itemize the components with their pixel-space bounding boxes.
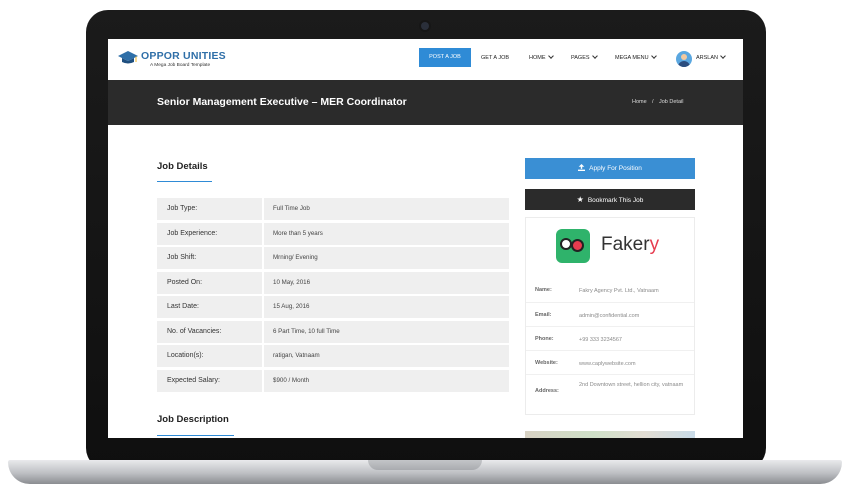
webcam-icon (421, 22, 429, 30)
company-name-accent: y (649, 234, 660, 255)
detail-value: More than 5 years (264, 222, 509, 245)
detail-value: Full Time Job (264, 198, 509, 220)
company-info-row: Name: Fakry Agency Pvt. Ltd., Vatnaam (526, 278, 694, 302)
table-row: Expected Salary: $900 / Month (157, 369, 509, 392)
job-details-heading: Job Details (157, 161, 208, 172)
nav-user-menu[interactable]: ARSLAN (696, 53, 726, 61)
user-avatar[interactable] (676, 51, 692, 67)
company-name-logo: Fakery (601, 234, 659, 256)
company-info-value: +99 333 3234567 (579, 337, 622, 343)
nav-home[interactable]: HOME (529, 53, 554, 61)
detail-label: No. of Vacancies: (157, 320, 262, 343)
breadcrumb-current: Job Detail (659, 99, 684, 105)
table-row: Job Type: Full Time Job (157, 198, 509, 220)
nav-pages[interactable]: PAGES (571, 53, 598, 61)
company-card: Fakery Name: Fakry Agency Pvt. Ltd., Vat… (525, 217, 695, 415)
apply-button-label: Apply For Position (589, 165, 642, 172)
detail-label: Job Shift: (157, 247, 262, 269)
breadcrumb-separator: / (652, 99, 654, 105)
company-info-label: Address: (535, 388, 559, 394)
chevron-down-icon (720, 53, 726, 59)
page-title: Senior Management Executive – MER Coordi… (157, 96, 407, 108)
laptop-notch (368, 460, 482, 470)
chevron-down-icon (591, 53, 598, 59)
company-info-label: Phone: (535, 336, 554, 342)
company-info-row: Website: www.caplywebsite.com (526, 350, 694, 375)
table-row: Job Shift: Mrning/ Evening (157, 247, 509, 269)
company-info-label: Website: (535, 360, 558, 366)
avatar-body (678, 61, 690, 67)
bookmark-button-label: Bookmark This Job (587, 197, 644, 204)
detail-value: $900 / Month (264, 369, 509, 392)
detail-value: Mrning/ Evening (264, 247, 509, 269)
company-info-value: Fakry Agency Pvt. Ltd., Vatnaam (579, 288, 659, 294)
browser-viewport: OPPOR UNITIES A Mega Job Board Template … (108, 39, 743, 438)
detail-label: Job Experience: (157, 222, 262, 245)
company-info-row: Phone: +99 333 3234567 (526, 326, 694, 351)
table-row: Last Date: 15 Aug, 2016 (157, 296, 509, 318)
company-info-row: Address: 2nd Downtown street, hellion ci… (526, 374, 694, 411)
company-website-link[interactable]: www.caplywebsite.com (579, 360, 684, 369)
nav-get-job[interactable]: GET A JOB (481, 55, 509, 61)
table-row: No. of Vacancies: 6 Part Time, 10 full T… (157, 320, 509, 343)
post-job-button[interactable]: POST A JOB (419, 48, 471, 67)
detail-value: 10 May, 2016 (264, 271, 509, 294)
company-info-row: Email: admin@confidential.com (526, 302, 694, 327)
company-email-link[interactable]: admin@confidential.com (579, 312, 684, 321)
logo-tagline: A Mega Job Board Template (150, 63, 211, 68)
bookmark-button[interactable]: ★ Bookmark This Job (525, 189, 695, 210)
detail-value: 15 Aug, 2016 (264, 296, 509, 318)
detail-label: Job Type: (157, 198, 262, 220)
chevron-down-icon (547, 53, 554, 59)
table-row: Location(s): ratigan, Vatnaam (157, 345, 509, 367)
table-row: Job Experience: More than 5 years (157, 222, 509, 245)
logo-title: OPPOR UNITIES (141, 50, 226, 62)
company-info-value: 2nd Downtown street, hellion city, vatna… (579, 382, 684, 388)
logo-circle-red (571, 239, 584, 252)
nav-pages-label: PAGES (571, 55, 590, 61)
star-icon: ★ (576, 195, 584, 204)
page-banner: Senior Management Executive – MER Coordi… (108, 80, 743, 125)
site-header: OPPOR UNITIES A Mega Job Board Template … (108, 39, 743, 80)
detail-label: Posted On: (157, 271, 262, 294)
apply-button[interactable]: Apply For Position (525, 158, 695, 179)
user-name: ARSLAN (696, 55, 719, 61)
avatar-face (681, 54, 687, 60)
nav-mega-menu[interactable]: MEGA MENU (615, 53, 657, 61)
detail-value: ratigan, Vatnaam (264, 345, 509, 367)
location-map[interactable] (525, 431, 695, 438)
heading-underline (157, 181, 212, 183)
chevron-down-icon (650, 53, 657, 59)
detail-label: Expected Salary: (157, 369, 262, 392)
company-info-label: Email: (535, 312, 552, 318)
heading-underline (157, 435, 234, 437)
job-description-heading: Job Description (157, 414, 229, 425)
table-row: Posted On: 10 May, 2016 (157, 271, 509, 294)
company-name-main: Faker (601, 234, 650, 255)
nav-home-label: HOME (529, 55, 546, 61)
site-logo[interactable]: OPPOR UNITIES A Mega Job Board Template (118, 48, 228, 72)
detail-label: Location(s): (157, 345, 262, 367)
breadcrumb-home[interactable]: Home (632, 99, 647, 105)
upload-icon (578, 164, 586, 171)
nav-mega-menu-label: MEGA MENU (615, 55, 649, 61)
detail-value: 6 Part Time, 10 full Time (264, 320, 509, 343)
company-info-label: Name: (535, 287, 552, 293)
detail-label: Last Date: (157, 296, 262, 318)
company-logo-icon (556, 229, 590, 263)
graduation-cap-icon (118, 51, 138, 64)
